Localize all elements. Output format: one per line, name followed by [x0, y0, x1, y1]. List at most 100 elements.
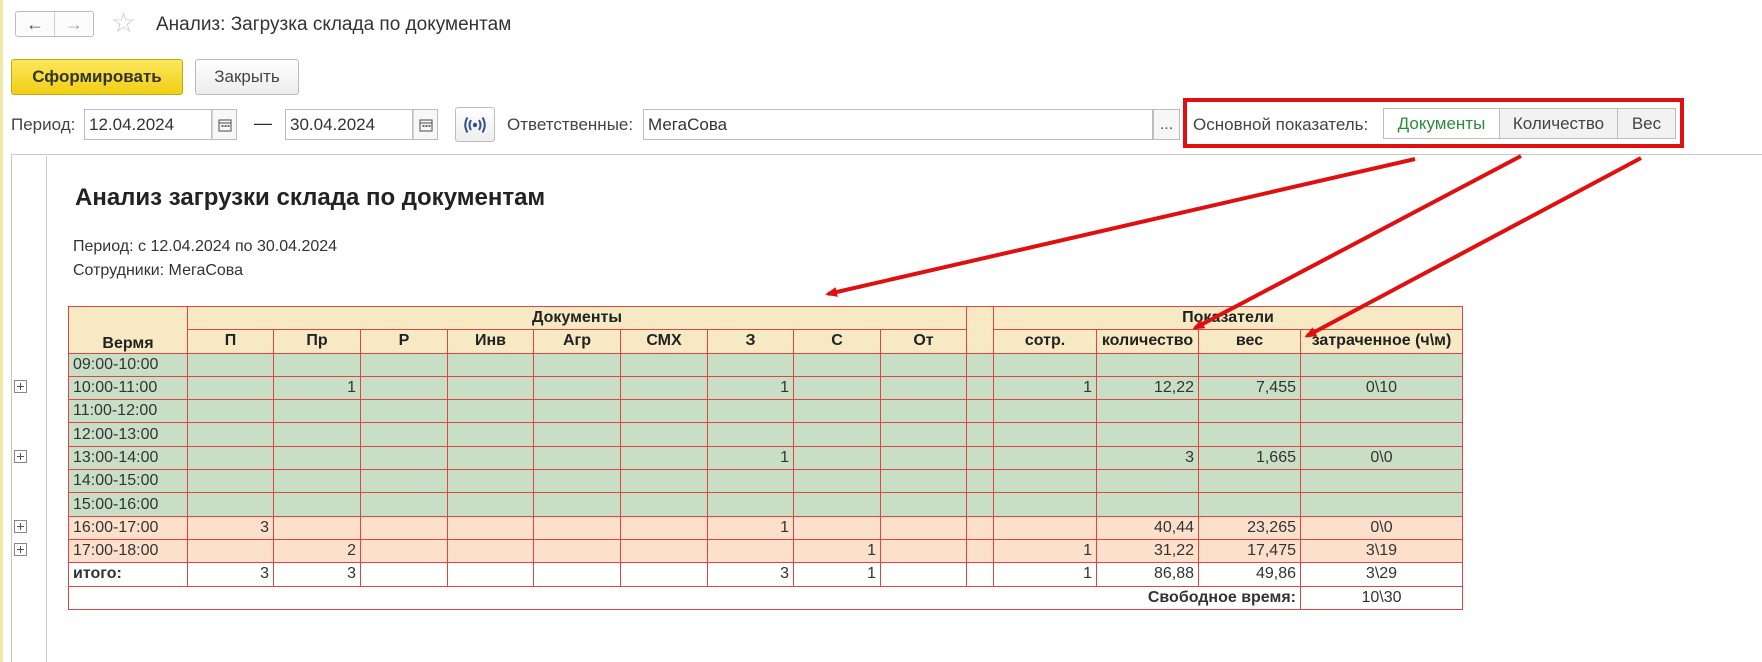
doc-cell	[360, 515, 448, 540]
date-to-field[interactable]: 30.04.2024	[285, 109, 413, 140]
doc-cell	[360, 352, 448, 377]
doc-cell	[360, 538, 448, 564]
doc-cell	[187, 352, 274, 377]
table-row[interactable]: 14:00-15:00	[68, 469, 1463, 494]
header-doc-col: От	[880, 329, 967, 354]
calendar-icon[interactable]	[212, 109, 237, 140]
spacer-cell	[966, 538, 994, 564]
table-row[interactable]: 16:00-17:00 3 1 40,44 23,265 0\0	[68, 515, 1463, 540]
doc-cell	[273, 352, 361, 377]
doc-cell: 3	[187, 515, 274, 540]
doc-cell	[793, 399, 881, 424]
table-row[interactable]: 09:00-10:00	[68, 352, 1463, 377]
radio-wave-icon	[464, 116, 486, 133]
date-from-field[interactable]: 12.04.2024	[84, 109, 212, 140]
indicator-cell: 7,455	[1198, 375, 1301, 401]
doc-cell	[533, 469, 621, 494]
expand-plus-icon[interactable]	[14, 543, 27, 556]
report-employees-line: Сотрудники: МегаСова	[73, 262, 244, 279]
responsible-select-button[interactable]: ...	[1153, 109, 1180, 140]
indicator-cell: 0\10	[1300, 375, 1463, 401]
table-row[interactable]: 17:00-18:00 2 1 1 31,22 17,475 3\19	[68, 538, 1463, 564]
indicator-cell	[1300, 422, 1463, 447]
header-ind-col: количество	[1096, 329, 1199, 354]
indicator-cell: 17,475	[1198, 538, 1301, 564]
indicator-cell	[993, 399, 1097, 424]
header-doc-col: Пр	[273, 329, 361, 354]
indicator-cell: 0\0	[1300, 445, 1463, 471]
time-cell: 10:00-11:00	[68, 375, 188, 401]
doc-cell	[273, 469, 361, 494]
generate-button[interactable]: Сформировать	[11, 59, 183, 95]
total-doc-cell	[533, 562, 621, 587]
spacer-cell	[966, 562, 994, 587]
total-doc-cell	[620, 562, 708, 587]
close-button[interactable]: Закрыть	[195, 59, 299, 95]
spacer-cell	[966, 515, 994, 540]
table-row[interactable]: 12:00-13:00	[68, 422, 1463, 447]
responsible-label: Ответственные:	[507, 115, 634, 134]
indicator-cell	[1300, 399, 1463, 424]
doc-cell	[707, 352, 794, 377]
calendar-icon[interactable]	[413, 109, 438, 140]
period-choice-button[interactable]	[455, 107, 495, 142]
indicator-label: Основной показатель:	[1193, 115, 1369, 134]
favorite-star-icon[interactable]: ☆	[111, 9, 136, 37]
indicator-cell: 1	[993, 375, 1097, 401]
free-time-value: 10\30	[1300, 585, 1463, 610]
indicator-cell	[1096, 399, 1199, 424]
doc-cell	[360, 492, 448, 517]
total-row: итого: 3 3 3 1 1 86,88 49,86 3\29	[68, 562, 1463, 587]
indicator-cell	[1198, 422, 1301, 447]
history-nav: ← →	[15, 11, 94, 37]
table-row[interactable]: 10:00-11:00 1 1 1 12,22 7,455 0\10	[68, 375, 1463, 401]
doc-cell	[533, 375, 621, 401]
doc-cell: 2	[273, 538, 361, 564]
header-doc-col: П	[187, 329, 274, 354]
indicator-option-weight[interactable]: Вес	[1617, 108, 1676, 139]
spacer-cell	[966, 469, 994, 494]
doc-cell: 1	[707, 445, 794, 471]
expand-plus-icon[interactable]	[14, 520, 27, 533]
header-doc-col: Агр	[533, 329, 621, 354]
header-ind-col: сотр.	[993, 329, 1097, 354]
doc-cell	[620, 375, 708, 401]
header-indicators: Показатели	[993, 305, 1463, 331]
back-arrow-icon[interactable]: ←	[16, 12, 54, 36]
doc-cell	[360, 469, 448, 494]
doc-cell	[447, 469, 534, 494]
doc-cell: 1	[707, 515, 794, 540]
header-ind-col: вес	[1198, 329, 1301, 354]
table-row[interactable]: 11:00-12:00	[68, 399, 1463, 424]
expand-plus-icon[interactable]	[14, 380, 27, 393]
doc-cell	[707, 422, 794, 447]
report-table: Вермя Документы Показатели П Пр Р Инв Агр СМХ З С О…	[68, 305, 1463, 610]
header-doc-col: З	[707, 329, 794, 354]
doc-cell	[533, 422, 621, 447]
doc-cell	[360, 375, 448, 401]
indicator-cell	[1198, 352, 1301, 377]
forward-arrow-icon[interactable]: →	[54, 12, 93, 36]
expand-plus-icon[interactable]	[14, 450, 27, 463]
doc-cell	[880, 469, 967, 494]
doc-cell	[447, 352, 534, 377]
header-row-columns: П Пр Р Инв Агр СМХ З С От сотр. количество вес затра…	[69, 329, 1463, 354]
doc-cell	[793, 352, 881, 377]
doc-cell	[793, 445, 881, 471]
doc-cell	[273, 445, 361, 471]
date-separator: —	[254, 113, 272, 133]
header-spacer	[966, 306, 994, 354]
indicator-cell	[1300, 492, 1463, 517]
table-row[interactable]: 13:00-14:00 1 3 1,665 0\0	[68, 445, 1463, 471]
doc-cell	[793, 422, 881, 447]
indicator-option-quantity[interactable]: Количество	[1499, 108, 1618, 139]
total-doc-cell	[447, 562, 534, 587]
doc-cell	[620, 538, 708, 564]
table-row[interactable]: 15:00-16:00	[68, 492, 1463, 517]
responsible-field[interactable]: МегаСова	[643, 109, 1153, 140]
indicator-option-documents[interactable]: Документы	[1383, 108, 1500, 139]
report-period-line: Период: с 12.04.2024 по 30.04.2024	[73, 238, 338, 255]
total-indicator-cell: 1	[993, 562, 1097, 587]
doc-cell	[273, 422, 361, 447]
doc-cell	[273, 515, 361, 540]
